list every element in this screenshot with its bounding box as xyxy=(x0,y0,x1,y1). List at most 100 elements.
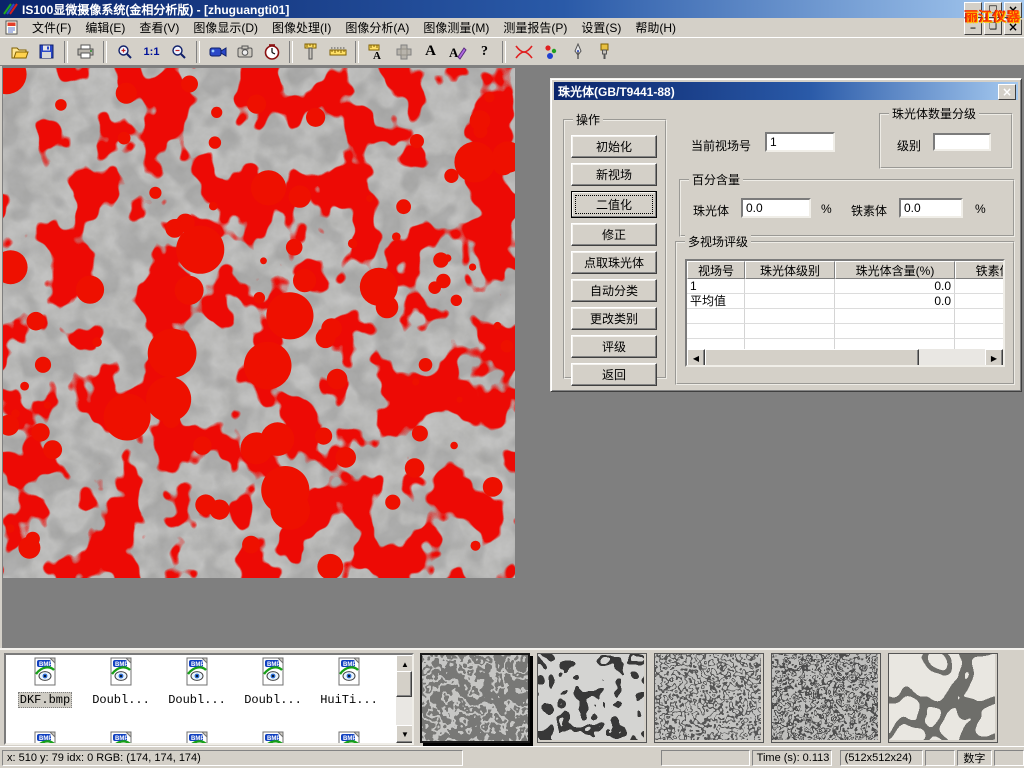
text-icon[interactable]: A xyxy=(417,39,444,64)
caliper-icon[interactable] xyxy=(297,39,324,64)
file-name: HuiTi... xyxy=(319,693,379,707)
toolbar-separator xyxy=(502,41,506,63)
scroll-right-icon[interactable] xyxy=(985,349,1003,367)
file-name: Doubl... xyxy=(91,693,151,707)
mdi-workspace: 珠光体(GB/T9441-88) 操作 初始化 新视场 二值化 修正 点取珠光体… xyxy=(0,66,1024,648)
menu-edit[interactable]: 编辑(E) xyxy=(78,17,132,38)
sample-thumbnail[interactable] xyxy=(537,653,647,743)
multi-field-group: 多视场评级 视场号 珠光体级别 珠光体含量(%) 铁素体含量(%) 1 0.0 xyxy=(675,241,1015,385)
menu-file[interactable]: 文件(F) xyxy=(25,17,78,38)
auto-classify-button[interactable]: 自动分类 xyxy=(571,279,657,302)
scrollbar-thumb[interactable] xyxy=(396,671,412,697)
app-logo-icon[interactable] xyxy=(2,2,18,16)
file-item[interactable]: BMPDoubl... xyxy=(160,657,234,707)
video-camera-icon[interactable] xyxy=(204,39,231,64)
sample-thumbnail[interactable] xyxy=(771,653,881,743)
phase-balls-icon[interactable] xyxy=(537,39,564,64)
binarize-button[interactable]: 二值化 xyxy=(571,191,657,218)
bmp-file-icon: BMP xyxy=(256,731,290,745)
correct-button[interactable]: 修正 xyxy=(571,223,657,246)
help-icon[interactable]: ? xyxy=(471,39,498,64)
table-row-empty xyxy=(687,324,1003,339)
return-button[interactable]: 返回 xyxy=(571,363,657,386)
pen-icon[interactable] xyxy=(564,39,591,64)
menu-measure-report[interactable]: 测量报告(P) xyxy=(496,17,574,38)
measure-text-icon[interactable]: A xyxy=(363,39,390,64)
actual-size-icon[interactable]: 1:1 xyxy=(138,39,165,64)
toolbar-separator xyxy=(64,41,68,63)
micrograph-image[interactable] xyxy=(3,68,515,578)
pearlite-dialog: 珠光体(GB/T9441-88) 操作 初始化 新视场 二值化 修正 点取珠光体… xyxy=(550,78,1022,392)
cursor-position-status: x: 510 y: 79 idx: 0 RGB: (174, 174, 174) xyxy=(2,750,463,766)
menu-image-measure[interactable]: 图像测量(M) xyxy=(416,17,496,38)
current-field-input[interactable] xyxy=(765,132,835,152)
menu-help[interactable]: 帮助(H) xyxy=(628,17,683,38)
change-class-button[interactable]: 更改类别 xyxy=(571,307,657,330)
scroll-down-icon[interactable] xyxy=(396,725,414,743)
capture-icon[interactable] xyxy=(231,39,258,64)
ferrite-label: 铁素体 xyxy=(851,202,887,219)
print-icon[interactable] xyxy=(72,39,99,64)
timer-icon[interactable] xyxy=(258,39,285,64)
bmp-file-icon: BMP xyxy=(332,731,366,745)
zoom-out-icon[interactable] xyxy=(165,39,192,64)
pick-pearlite-button[interactable]: 点取珠光体 xyxy=(571,251,657,274)
multi-field-table: 视场号 珠光体级别 珠光体含量(%) 铁素体含量(%) 1 0.0 平均值 xyxy=(685,259,1005,367)
grid-icon[interactable] xyxy=(390,39,417,64)
curve-tool-icon[interactable] xyxy=(510,39,537,64)
file-name: Doubl... xyxy=(243,693,303,707)
table-row[interactable]: 平均值 0.0 xyxy=(687,294,1003,309)
vendor-watermark: 丽江仪器 xyxy=(965,6,1021,25)
file-item[interactable]: BMP xyxy=(84,731,158,745)
file-item[interactable]: BMP xyxy=(236,731,310,745)
file-vscrollbar[interactable] xyxy=(396,655,412,743)
brush-icon[interactable] xyxy=(591,39,618,64)
svg-text:A: A xyxy=(373,50,381,60)
menu-image-analysis[interactable]: 图像分析(A) xyxy=(338,17,416,38)
file-item[interactable]: BMPDoubl... xyxy=(84,657,158,707)
toolbar-separator xyxy=(289,41,293,63)
file-item[interactable]: BMP xyxy=(8,731,82,745)
menu-image-process[interactable]: 图像处理(I) xyxy=(265,17,338,38)
dialog-close-button[interactable] xyxy=(998,84,1016,100)
rate-button[interactable]: 评级 xyxy=(571,335,657,358)
zoom-in-icon[interactable] xyxy=(111,39,138,64)
time-status: Time (s): 0.113 xyxy=(752,750,832,766)
ruler-icon[interactable] xyxy=(324,39,351,64)
dialog-title-bar[interactable]: 珠光体(GB/T9441-88) xyxy=(554,82,1018,100)
menu-settings[interactable]: 设置(S) xyxy=(574,17,628,38)
grade-input[interactable] xyxy=(933,133,991,151)
scroll-left-icon[interactable] xyxy=(687,349,705,367)
bottom-panel: BMPDKF.bmpBMPDoubl...BMPDoubl...BMPDoubl… xyxy=(0,648,1024,748)
mode-status: 数字 xyxy=(957,750,993,766)
file-item[interactable]: BMPHuiTi... xyxy=(312,657,386,707)
init-button[interactable]: 初始化 xyxy=(571,135,657,158)
file-item[interactable]: BMP xyxy=(312,731,386,745)
percent-group: 百分含量 珠光体 % 铁素体 % xyxy=(679,179,1015,237)
file-item[interactable]: BMPDKF.bmp xyxy=(8,657,82,708)
file-item[interactable]: BMPDoubl... xyxy=(236,657,310,707)
svg-text:A: A xyxy=(449,45,459,60)
table-hscrollbar[interactable] xyxy=(687,349,1003,365)
document-icon[interactable] xyxy=(4,20,19,35)
file-name: Doubl... xyxy=(167,693,227,707)
annotate-icon[interactable]: A xyxy=(444,39,471,64)
sample-thumbnail[interactable] xyxy=(888,653,998,743)
bmp-file-icon: BMP xyxy=(28,731,62,745)
sample-thumbnail[interactable] xyxy=(654,653,764,743)
table-row[interactable]: 1 0.0 xyxy=(687,279,1003,294)
ferrite-percent-input[interactable] xyxy=(899,198,963,218)
pearlite-percent-input[interactable] xyxy=(741,198,811,218)
toolbar-separator xyxy=(355,41,359,63)
toolbar: 1:1 A A A ? xyxy=(0,37,1024,66)
menu-image-display[interactable]: 图像显示(D) xyxy=(186,17,265,38)
file-item[interactable]: BMP xyxy=(160,731,234,745)
scrollbar-thumb[interactable] xyxy=(705,349,919,367)
save-icon[interactable] xyxy=(33,39,60,64)
open-folder-icon[interactable] xyxy=(6,39,33,64)
sample-thumbnail[interactable] xyxy=(420,653,530,743)
new-field-button[interactable]: 新视场 xyxy=(571,163,657,186)
status-spacer xyxy=(661,750,750,766)
menu-view[interactable]: 查看(V) xyxy=(132,17,186,38)
title-bar[interactable]: IS100显微摄像系统(金相分析版) - [zhuguangti01] xyxy=(0,0,1024,18)
